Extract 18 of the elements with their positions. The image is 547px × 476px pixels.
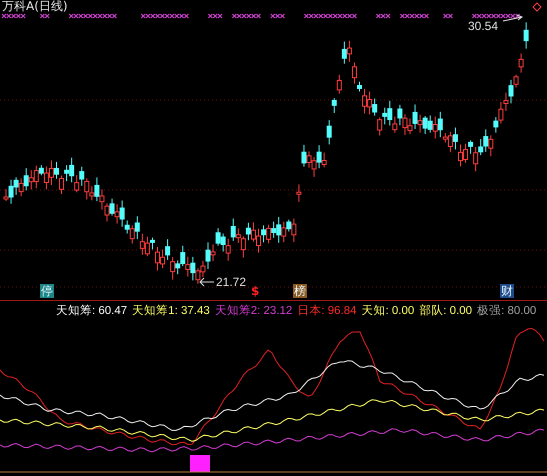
indicator-value: 天知筹2: 23.12: [214, 304, 292, 318]
low-pointer-arrow-icon: [199, 278, 214, 286]
chart-title: 万科A(日线): [2, 0, 68, 13]
indicator-value: 天知筹1: 37.43: [132, 304, 210, 318]
signal-block: [190, 455, 210, 472]
diamond-icon: [532, 2, 542, 12]
event-marker: 停: [40, 284, 54, 298]
event-marker: 榜: [293, 284, 307, 298]
low-price-label: 21.72: [216, 275, 246, 289]
indicator-value: 天知筹: 60.47: [56, 304, 128, 318]
indicator-value: 天知: 0.00: [362, 304, 414, 318]
indicator-value: 极强: 80.00: [477, 304, 536, 318]
indicator-value: 日本: 96.84: [297, 304, 356, 318]
event-marker: 财: [500, 284, 514, 298]
high-price-label: 30.54: [468, 19, 498, 33]
indicator-value: 部队: 0.00: [419, 303, 472, 318]
high-pointer-arrow-icon: [502, 14, 524, 22]
event-marker: $: [250, 284, 260, 298]
